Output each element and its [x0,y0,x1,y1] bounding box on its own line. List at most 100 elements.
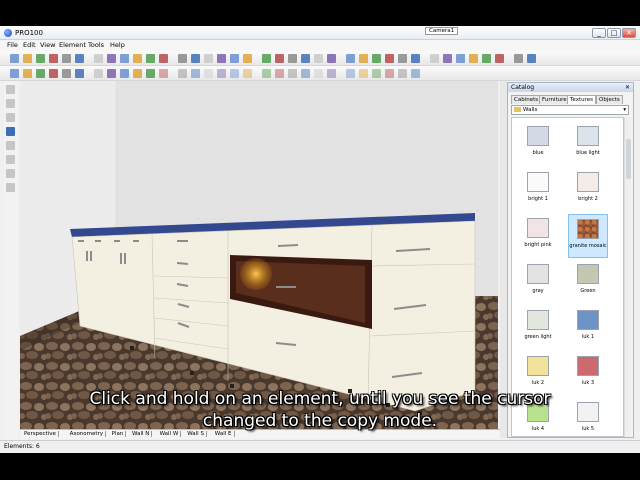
t-link-icon[interactable] [230,54,239,63]
e-save-icon[interactable] [372,69,381,78]
e-move-icon[interactable] [159,69,168,78]
e-paste-icon[interactable] [94,69,103,78]
t-window-icon[interactable] [314,54,323,63]
t-copy-icon[interactable] [75,54,84,63]
t-sphere-icon[interactable] [133,54,142,63]
page-icon[interactable] [6,141,15,150]
texture-swatch[interactable]: blue [518,122,558,166]
scroll-thumb[interactable] [626,139,631,179]
t-scale-icon[interactable] [527,54,536,63]
t-grid-icon[interactable] [146,54,155,63]
t-move-icon[interactable] [159,54,168,63]
3d-viewport[interactable] [20,81,498,438]
texture-swatch[interactable]: bright pink [518,214,558,258]
texture-swatch[interactable]: green light [518,306,558,350]
t-render-icon[interactable] [456,54,465,63]
menu-help[interactable]: Help [110,41,125,49]
t-grid-icon[interactable] [482,54,491,63]
menu-view[interactable]: View [40,41,55,49]
e-rotate-icon[interactable] [178,69,187,78]
minimize-button[interactable]: _ [592,28,606,38]
e-new-icon[interactable] [10,69,19,78]
t-light-icon[interactable] [275,54,284,63]
catalog-scrollbar[interactable] [624,117,631,437]
t-paste-icon[interactable] [94,54,103,63]
e-cut-icon[interactable] [62,69,71,78]
scale-icon[interactable] [6,183,15,192]
t-delete-icon[interactable] [107,54,116,63]
e-align-icon[interactable] [204,69,213,78]
e-print-icon[interactable] [385,69,394,78]
e-window-icon[interactable] [314,69,323,78]
t-view-icon[interactable] [243,54,252,63]
e-view-icon[interactable] [243,69,252,78]
t-new-icon[interactable] [10,54,19,63]
e-camera-icon[interactable] [262,69,271,78]
pipette-icon[interactable] [6,127,15,136]
catalog-close-icon[interactable]: ✕ [625,83,630,92]
texture-swatch[interactable]: luk 1 [568,306,608,350]
folder-selector[interactable]: Walls ▾ [511,105,629,115]
ruler-icon[interactable] [6,155,15,164]
e-new-icon[interactable] [346,69,355,78]
e-copy-icon[interactable] [75,69,84,78]
t-copy-icon[interactable] [411,54,420,63]
close-button[interactable]: ✕ [622,28,636,38]
e-door-icon[interactable] [301,69,310,78]
t-scale-icon[interactable] [191,54,200,63]
t-sphere-icon[interactable] [469,54,478,63]
menu-tools[interactable]: Tools [88,41,104,49]
e-copy-icon[interactable] [411,69,420,78]
t-camera-icon[interactable] [262,54,271,63]
e-render-icon[interactable] [120,69,129,78]
t-save-icon[interactable] [372,54,381,63]
texture-swatch[interactable]: granite mosaic [568,214,608,258]
e-sum-icon[interactable] [217,69,226,78]
e-light-icon[interactable] [275,69,284,78]
t-tool-icon[interactable] [327,54,336,63]
e-open-icon[interactable] [23,69,32,78]
menu-edit[interactable]: Edit [23,41,36,49]
tab-textures[interactable]: Textures [567,95,596,104]
e-save-icon[interactable] [36,69,45,78]
t-wall-icon[interactable] [288,54,297,63]
t-cut-icon[interactable] [62,54,71,63]
t-new-icon[interactable] [346,54,355,63]
t-door-icon[interactable] [301,54,310,63]
t-align-icon[interactable] [204,54,213,63]
texture-swatch[interactable]: blue light [568,122,608,166]
t-print-icon[interactable] [385,54,394,63]
t-rotate-icon[interactable] [178,54,187,63]
menu-element[interactable]: Element [59,41,86,49]
t-render-icon[interactable] [120,54,129,63]
t-paste-icon[interactable] [430,54,439,63]
t-sum-icon[interactable] [217,54,226,63]
e-link-icon[interactable] [230,69,239,78]
t-rotate-icon[interactable] [514,54,523,63]
tab-furniture[interactable]: Furniture [539,95,570,104]
axis-icon[interactable] [6,169,15,178]
texture-swatch[interactable]: gray [518,260,558,304]
tab-cabinets[interactable]: Cabinets [511,95,542,104]
e-tool-icon[interactable] [327,69,336,78]
splitter-handle[interactable] [500,81,507,438]
measure-icon[interactable] [6,113,15,122]
t-print-icon[interactable] [49,54,58,63]
e-grid-icon[interactable] [146,69,155,78]
e-delete-icon[interactable] [107,69,116,78]
e-scale-icon[interactable] [191,69,200,78]
t-open-icon[interactable] [359,54,368,63]
t-save-icon[interactable] [36,54,45,63]
e-open-icon[interactable] [359,69,368,78]
texture-swatch[interactable]: bright 1 [518,168,558,212]
menu-file[interactable]: File [7,41,18,49]
e-wall-icon[interactable] [288,69,297,78]
tab-camera1[interactable]: Camera1 [425,27,459,35]
maximize-button[interactable]: □ [607,28,621,38]
select-icon[interactable] [6,85,15,94]
chevron-down-icon[interactable]: ▾ [623,106,626,114]
t-cut-icon[interactable] [398,54,407,63]
tab-objects[interactable]: Objects [596,95,623,104]
texture-swatch[interactable]: bright 2 [568,168,608,212]
e-print-icon[interactable] [49,69,58,78]
